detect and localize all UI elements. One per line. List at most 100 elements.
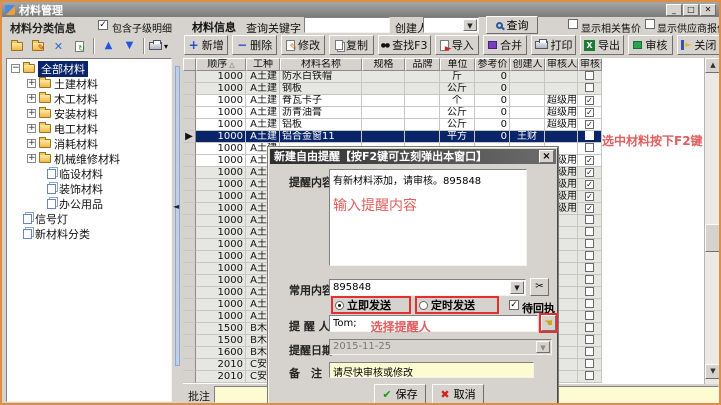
tree-item[interactable]: +土建材料: [7, 76, 171, 91]
audit-checkbox[interactable]: [585, 215, 594, 224]
audit-checkbox[interactable]: ✓: [585, 120, 594, 129]
tree-expand-icon[interactable]: +: [27, 109, 36, 118]
audit-checkbox[interactable]: [585, 239, 594, 248]
column-header[interactable]: 顺序△: [196, 58, 246, 71]
audited-cell[interactable]: [578, 287, 602, 299]
table-row[interactable]: 1000A土建铝板公斤0超级用.✓: [183, 119, 602, 131]
tree-expand-icon[interactable]: +: [27, 139, 36, 148]
dialog-title-bar[interactable]: 新建自由提醒【按F2键可立刻弹出本窗口】: [270, 149, 556, 164]
audit-button[interactable]: 审核: [628, 35, 672, 55]
audit-checkbox[interactable]: [585, 335, 594, 344]
collapse-arrow-icon[interactable]: ◄: [173, 202, 179, 211]
audit-checkbox[interactable]: ✓: [585, 204, 594, 213]
send-now-radio[interactable]: 立即发送: [331, 296, 411, 314]
show-price-checkbox[interactable]: [568, 19, 578, 29]
scroll-up-button[interactable]: ▲: [705, 58, 721, 73]
audited-cell[interactable]: ✓: [578, 167, 602, 179]
recipient-input[interactable]: Tom; 选择提醒人: [329, 315, 538, 332]
tree-item[interactable]: +消耗材料: [7, 136, 171, 151]
audited-cell[interactable]: ✓: [578, 179, 602, 191]
save-button[interactable]: ✔ 保存: [374, 384, 426, 404]
table-row[interactable]: ▶1000A土建铝合金窗11平方0王财: [183, 131, 602, 143]
column-header[interactable]: 参考价: [475, 58, 510, 71]
maximize-button[interactable]: □: [683, 4, 699, 16]
tree-expand-icon[interactable]: −: [11, 64, 20, 73]
audit-checkbox[interactable]: ✓: [585, 192, 594, 201]
tree-expand-icon[interactable]: +: [27, 94, 36, 103]
tree-item[interactable]: +机械维修材料: [7, 151, 171, 166]
audit-checkbox[interactable]: ✓: [585, 180, 594, 189]
audit-checkbox[interactable]: [585, 323, 594, 332]
column-header[interactable]: 规格: [362, 58, 405, 71]
audited-cell[interactable]: ✓: [578, 107, 602, 119]
find-button[interactable]: ●●查找F3: [378, 35, 431, 55]
tree-item[interactable]: 办公用品: [7, 196, 171, 211]
audited-cell[interactable]: [578, 311, 602, 323]
audit-checkbox[interactable]: [585, 143, 594, 152]
audit-checkbox[interactable]: ✓: [585, 96, 594, 105]
audited-cell[interactable]: ✓: [578, 191, 602, 203]
table-row[interactable]: 1000A土建沥青油膏公斤0超级用.✓: [183, 107, 602, 119]
import-button[interactable]: ►导入: [435, 35, 479, 55]
send-timed-radio[interactable]: 定时发送: [415, 296, 499, 314]
add-button[interactable]: +新增: [184, 35, 228, 55]
move-up-button[interactable]: ▲: [99, 37, 118, 55]
audited-cell[interactable]: [578, 239, 602, 251]
audit-checkbox[interactable]: [585, 131, 594, 140]
scrollbar-thumb[interactable]: [705, 224, 721, 252]
audited-cell[interactable]: [578, 335, 602, 347]
column-header[interactable]: 审核人: [545, 58, 578, 71]
audited-cell[interactable]: [578, 143, 602, 155]
copy-button[interactable]: 复制: [329, 35, 373, 55]
audit-checkbox[interactable]: [585, 83, 594, 92]
tree-expand-icon[interactable]: +: [27, 154, 36, 163]
minimize-button[interactable]: _: [666, 4, 682, 16]
audit-checkbox[interactable]: ✓: [585, 108, 594, 117]
content-textarea[interactable]: 有新材料添加，请审核。895848 输入提醒内容: [329, 169, 527, 266]
audit-checkbox[interactable]: [585, 227, 594, 236]
scroll-down-button[interactable]: ▼: [705, 364, 721, 379]
audit-checkbox[interactable]: ✓: [585, 168, 594, 177]
tree-item[interactable]: +木工材料: [7, 91, 171, 106]
audited-cell[interactable]: [578, 359, 602, 371]
tree-item[interactable]: 临设材料: [7, 166, 171, 181]
manage-common-button[interactable]: ✂: [530, 278, 549, 296]
include-children-checkbox[interactable]: ✓: [98, 20, 108, 30]
audited-cell[interactable]: [578, 227, 602, 239]
table-row[interactable]: 1000A土建防水白铁帽斤0: [183, 71, 602, 83]
move-down-button[interactable]: ▼: [120, 37, 139, 55]
pick-recipient-button[interactable]: ☚: [541, 315, 556, 331]
vertical-scrollbar[interactable]: ▲ ▼: [704, 58, 721, 384]
cancel-button[interactable]: ✖ 取消: [432, 384, 484, 404]
panel-splitter[interactable]: ◄: [173, 58, 183, 384]
print-menu-button[interactable]: ▾: [149, 37, 168, 55]
audited-cell[interactable]: [578, 251, 602, 263]
date-combobox[interactable]: 2015-11-25 ▼: [329, 339, 552, 355]
show-supplier-checkbox[interactable]: [645, 19, 655, 29]
delete-button[interactable]: ✕: [49, 37, 68, 55]
common-content-combobox[interactable]: 895848 ▼: [329, 279, 526, 296]
tree-expand-icon[interactable]: +: [27, 79, 36, 88]
audit-checkbox[interactable]: ✓: [585, 156, 594, 165]
audited-cell[interactable]: [578, 299, 602, 311]
creator-combobox[interactable]: ▼: [423, 17, 479, 33]
audited-cell[interactable]: [578, 215, 602, 227]
audited-cell[interactable]: ✓: [578, 95, 602, 107]
audited-cell[interactable]: [578, 71, 602, 83]
tree-item[interactable]: 信号灯: [7, 211, 171, 226]
column-header[interactable]: 审核否: [578, 58, 602, 71]
audit-checkbox[interactable]: [585, 263, 594, 272]
column-header[interactable]: 单位: [440, 58, 475, 71]
refresh-button[interactable]: ↻: [70, 37, 89, 55]
audited-cell[interactable]: [578, 263, 602, 275]
audit-checkbox[interactable]: [585, 251, 594, 260]
audit-checkbox[interactable]: [585, 71, 594, 80]
remark-input[interactable]: 请尽快审核或修改: [329, 362, 534, 378]
audited-cell[interactable]: ✓: [578, 155, 602, 167]
audit-checkbox[interactable]: [585, 347, 594, 356]
close-button[interactable]: ✕: [700, 4, 716, 16]
audited-cell[interactable]: [578, 275, 602, 287]
print-button[interactable]: 打印: [531, 35, 575, 55]
creator-dropdown-icon[interactable]: ▼: [463, 19, 477, 31]
keyword-input[interactable]: [304, 17, 390, 33]
